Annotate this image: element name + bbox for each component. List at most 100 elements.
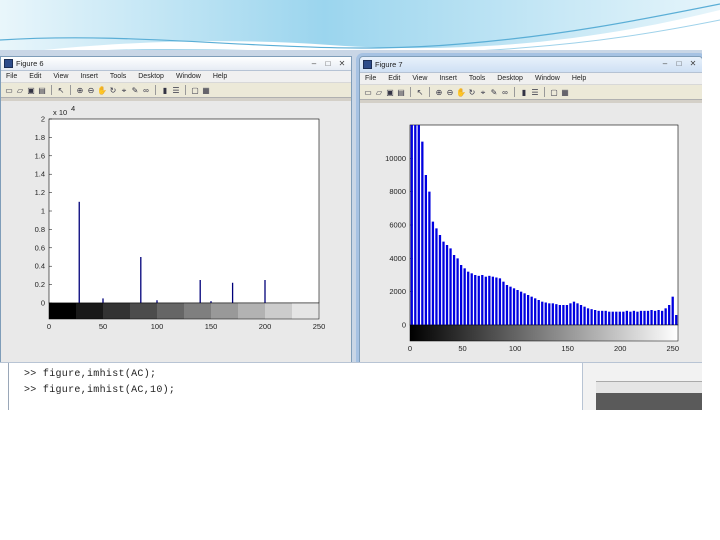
menu-file[interactable]: File bbox=[365, 75, 376, 82]
y-tick-label: 0 bbox=[402, 321, 406, 330]
new-file-icon[interactable]: ▭ bbox=[4, 85, 14, 96]
colorbar-gradient bbox=[409, 324, 679, 342]
menu-edit[interactable]: Edit bbox=[388, 75, 400, 82]
zoom-in-icon[interactable]: ⊕ bbox=[75, 85, 85, 96]
colorbar-segment bbox=[238, 303, 266, 319]
zoom-out-icon[interactable]: ⊖ bbox=[445, 87, 455, 98]
colorbar-segment bbox=[103, 303, 131, 319]
x-tick-label: 100 bbox=[509, 344, 522, 353]
colorbar-icon[interactable]: ▮ bbox=[160, 85, 170, 96]
x-tick-label: 200 bbox=[614, 344, 627, 353]
brush-icon[interactable]: ✎ bbox=[489, 87, 499, 98]
colorbar-segment bbox=[76, 303, 104, 319]
menu-help[interactable]: Help bbox=[572, 75, 586, 82]
menu-insert[interactable]: Insert bbox=[80, 73, 98, 80]
open-folder-icon[interactable]: ▱ bbox=[15, 85, 25, 96]
colorbar-segment bbox=[292, 303, 320, 319]
exponent-label: x 10 bbox=[53, 108, 67, 117]
figure-6-plot-area: 0 0.2 0.4 0.6 0.8 1 1.2 1.4 1.6 1.8 2 x 10 4 0 50 100 15… bbox=[1, 101, 351, 367]
maximize-button[interactable]: □ bbox=[674, 58, 684, 69]
desktop-screen: Figure 6 – □ ✕ File Edit View Insert Too… bbox=[0, 50, 702, 410]
plot-frame bbox=[48, 118, 320, 304]
figure-window-7[interactable]: Figure 7 – □ ✕ File Edit View Insert Too… bbox=[359, 56, 702, 374]
figure-7-titlebar[interactable]: Figure 7 – □ ✕ bbox=[360, 57, 702, 73]
menu-view[interactable]: View bbox=[412, 75, 427, 82]
y-tick-label: 8000 bbox=[389, 187, 406, 196]
minimize-button[interactable]: – bbox=[309, 58, 319, 69]
legend-icon[interactable]: ☰ bbox=[530, 87, 540, 98]
link-icon[interactable]: ∞ bbox=[141, 85, 151, 96]
show-plot-tools-icon[interactable]: ▦ bbox=[560, 87, 570, 98]
rotate-icon[interactable]: ↻ bbox=[108, 85, 118, 96]
close-button[interactable]: ✕ bbox=[688, 58, 698, 69]
menu-view[interactable]: View bbox=[53, 73, 68, 80]
colorbar-segment bbox=[130, 303, 158, 319]
open-folder-icon[interactable]: ▱ bbox=[374, 87, 384, 98]
x-tick-label: 50 bbox=[99, 322, 107, 331]
y-tick-label: 1.2 bbox=[35, 188, 45, 197]
hide-plot-tools-icon[interactable]: ▢ bbox=[549, 87, 559, 98]
menu-desktop[interactable]: Desktop bbox=[497, 75, 523, 82]
x-tick-label: 100 bbox=[151, 322, 164, 331]
y-tick-label: 0.2 bbox=[35, 280, 45, 289]
x-tick-label: 0 bbox=[47, 322, 51, 331]
colorbar-icon[interactable]: ▮ bbox=[519, 87, 529, 98]
command-window[interactable]: >> figure,imhist(AC); >> figure,imhist(A… bbox=[0, 362, 702, 410]
y-tick-label: 0.4 bbox=[35, 262, 45, 271]
hide-plot-tools-icon[interactable]: ▢ bbox=[190, 85, 200, 96]
show-plot-tools-icon[interactable]: ▦ bbox=[201, 85, 211, 96]
menu-file[interactable]: File bbox=[6, 73, 17, 80]
minimize-button[interactable]: – bbox=[660, 58, 670, 69]
figure-window-6[interactable]: Figure 6 – □ ✕ File Edit View Insert Too… bbox=[0, 56, 352, 368]
close-button[interactable]: ✕ bbox=[337, 58, 347, 69]
print-icon[interactable]: ▤ bbox=[37, 85, 47, 96]
rotate-icon[interactable]: ↻ bbox=[467, 87, 477, 98]
brush-icon[interactable]: ✎ bbox=[130, 85, 140, 96]
maximize-button[interactable]: □ bbox=[323, 58, 333, 69]
pan-icon[interactable]: ✋ bbox=[456, 87, 466, 98]
y-tick-label: 1.8 bbox=[35, 133, 45, 142]
link-icon[interactable]: ∞ bbox=[500, 87, 510, 98]
colorbar-segment bbox=[265, 303, 293, 319]
menu-insert[interactable]: Insert bbox=[439, 75, 457, 82]
save-icon[interactable]: ▣ bbox=[26, 85, 36, 96]
print-icon[interactable]: ▤ bbox=[396, 87, 406, 98]
y-tick-label: 10000 bbox=[385, 154, 406, 163]
y-tick-label: 0.6 bbox=[35, 243, 45, 252]
x-tick-label: 150 bbox=[561, 344, 574, 353]
colorbar-segment bbox=[157, 303, 185, 319]
menu-tools[interactable]: Tools bbox=[469, 75, 485, 82]
side-panel-strip bbox=[596, 381, 702, 393]
pan-icon[interactable]: ✋ bbox=[97, 85, 107, 96]
matlab-figure-icon bbox=[363, 60, 372, 69]
figure-7-menubar: File Edit View Insert Tools Desktop Wind… bbox=[360, 73, 702, 85]
menu-desktop[interactable]: Desktop bbox=[138, 73, 164, 80]
new-file-icon[interactable]: ▭ bbox=[363, 87, 373, 98]
legend-icon[interactable]: ☰ bbox=[171, 85, 181, 96]
menu-window[interactable]: Window bbox=[535, 75, 560, 82]
command-line-2: >> figure,imhist(AC,10); bbox=[24, 385, 176, 396]
save-icon[interactable]: ▣ bbox=[385, 87, 395, 98]
figure-6-titlebar[interactable]: Figure 6 – □ ✕ bbox=[1, 57, 351, 71]
figure-6-menubar: File Edit View Insert Tools Desktop Wind… bbox=[1, 71, 351, 83]
side-panel-dark bbox=[596, 393, 702, 410]
x-tick-label: 50 bbox=[458, 344, 466, 353]
data-cursor-icon[interactable]: ⌖ bbox=[119, 85, 129, 96]
matlab-figure-icon bbox=[4, 59, 13, 68]
histogram-chart-right: 0 2000 4000 6000 8000 10000 0 50 100 150 200 250 bbox=[385, 124, 679, 353]
zoom-in-icon[interactable]: ⊕ bbox=[434, 87, 444, 98]
pointer-icon[interactable]: ↖ bbox=[56, 85, 66, 96]
x-tick-label: 0 bbox=[408, 344, 412, 353]
menu-edit[interactable]: Edit bbox=[29, 73, 41, 80]
x-tick-label: 150 bbox=[205, 322, 218, 331]
menu-tools[interactable]: Tools bbox=[110, 73, 126, 80]
data-cursor-icon[interactable]: ⌖ bbox=[478, 87, 488, 98]
slide: Figure 6 – □ ✕ File Edit View Insert Too… bbox=[0, 0, 720, 540]
menu-window[interactable]: Window bbox=[176, 73, 201, 80]
zoom-out-icon[interactable]: ⊖ bbox=[86, 85, 96, 96]
pointer-icon[interactable]: ↖ bbox=[415, 87, 425, 98]
y-tick-label: 1.4 bbox=[35, 170, 45, 179]
y-tick-label: 1 bbox=[41, 207, 45, 216]
y-tick-label: 4000 bbox=[389, 254, 406, 263]
menu-help[interactable]: Help bbox=[213, 73, 227, 80]
